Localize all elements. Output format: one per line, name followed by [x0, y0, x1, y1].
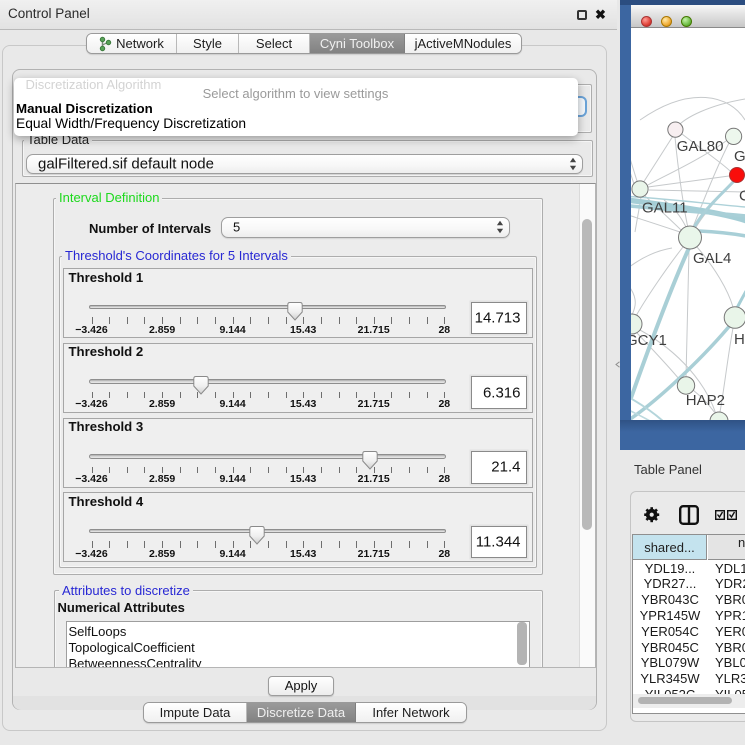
svg-text:GAL11: GAL11 — [642, 200, 688, 217]
svg-text:CY: CY — [739, 188, 745, 205]
svg-text:HX: HX — [734, 331, 745, 348]
svg-text:GCY1: GCY1 — [631, 332, 667, 349]
svg-text:GAL4: GAL4 — [693, 250, 731, 267]
svg-text:GAL80: GAL80 — [677, 138, 724, 155]
svg-text:GA: GA — [734, 148, 745, 165]
svg-text:HAP2: HAP2 — [686, 392, 725, 409]
